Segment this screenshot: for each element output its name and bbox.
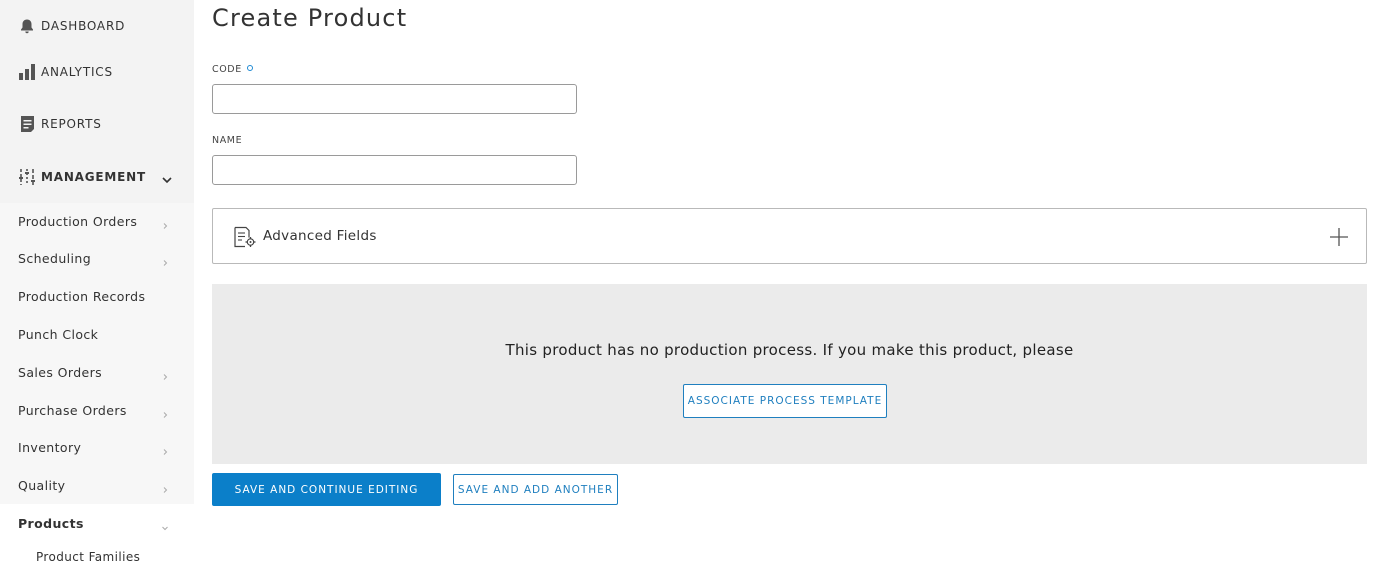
sidebar-item-label: Production Records bbox=[18, 288, 146, 304]
sidebar-item-products[interactable]: Products bbox=[0, 504, 194, 542]
name-input[interactable] bbox=[212, 155, 577, 185]
sliders-icon bbox=[18, 168, 36, 186]
code-label-text: CODE bbox=[212, 64, 242, 75]
sidebar-item-label: Scheduling bbox=[18, 250, 92, 266]
chevron-down-icon bbox=[161, 171, 173, 184]
name-label: NAME bbox=[212, 135, 243, 146]
code-label: CODE bbox=[212, 64, 253, 75]
sidebar: DASHBOARD ANALYTICS REPORTS MANAGEMENT P… bbox=[0, 0, 194, 562]
sidebar-item-label: DASHBOARD bbox=[41, 19, 126, 33]
sidebar-item-production-records[interactable]: Production Records bbox=[0, 277, 194, 315]
sidebar-item-production-orders[interactable]: Production Orders bbox=[0, 202, 194, 240]
sidebar-item-label: Purchase Orders bbox=[18, 402, 127, 418]
chevron-right-icon bbox=[160, 216, 170, 229]
sidebar-item-management[interactable]: MANAGEMENT bbox=[0, 151, 194, 203]
sidebar-item-quality[interactable]: Quality bbox=[0, 466, 194, 504]
associate-process-template-button[interactable]: ASSOCIATE PROCESS TEMPLATE bbox=[683, 384, 887, 418]
chevron-right-icon bbox=[160, 480, 170, 493]
sidebar-item-label: Product Families bbox=[36, 550, 141, 562]
bar-chart-icon bbox=[18, 63, 36, 81]
sidebar-item-sales-orders[interactable]: Sales Orders bbox=[0, 353, 194, 391]
chevron-right-icon bbox=[160, 405, 170, 418]
document-gear-icon bbox=[233, 226, 257, 248]
sidebar-item-analytics[interactable]: ANALYTICS bbox=[0, 46, 194, 98]
sidebar-item-label: Production Orders bbox=[18, 213, 138, 229]
sidebar-item-reports[interactable]: REPORTS bbox=[0, 98, 194, 150]
chevron-right-icon bbox=[160, 253, 170, 266]
sidebar-item-punch-clock[interactable]: Punch Clock bbox=[0, 315, 194, 353]
sidebar-item-label: Sales Orders bbox=[18, 364, 103, 380]
sidebar-item-label: Inventory bbox=[18, 439, 82, 455]
page-title: Create Product bbox=[212, 4, 408, 32]
required-indicator bbox=[246, 65, 253, 71]
plus-icon[interactable] bbox=[1328, 226, 1350, 248]
sidebar-item-scheduling[interactable]: Scheduling bbox=[0, 239, 194, 277]
sidebar-item-label: Punch Clock bbox=[18, 326, 99, 342]
sidebar-item-label: ANALYTICS bbox=[41, 65, 113, 79]
sidebar-item-label: Quality bbox=[18, 477, 66, 493]
sidebar-item-label: REPORTS bbox=[41, 117, 102, 131]
production-process-panel: This product has no production process. … bbox=[212, 284, 1367, 464]
sidebar-item-label: Products bbox=[18, 515, 84, 531]
document-icon bbox=[18, 115, 36, 133]
bell-icon bbox=[18, 17, 36, 35]
advanced-fields-label: Advanced Fields bbox=[263, 228, 377, 244]
save-and-continue-button[interactable]: SAVE AND CONTINUE EDITING bbox=[212, 473, 441, 506]
chevron-right-icon bbox=[160, 442, 170, 455]
sidebar-item-label: MANAGEMENT bbox=[41, 170, 146, 184]
sidebar-item-purchase-orders[interactable]: Purchase Orders bbox=[0, 391, 194, 429]
chevron-down-icon bbox=[160, 518, 170, 531]
advanced-fields-panel[interactable]: Advanced Fields bbox=[212, 208, 1367, 264]
sidebar-item-inventory[interactable]: Inventory bbox=[0, 428, 194, 466]
save-and-add-another-button[interactable]: SAVE AND ADD ANOTHER bbox=[453, 474, 618, 505]
sidebar-item-dashboard[interactable]: DASHBOARD bbox=[0, 0, 194, 52]
chevron-right-icon bbox=[160, 367, 170, 380]
code-input[interactable] bbox=[212, 84, 577, 114]
no-process-message: This product has no production process. … bbox=[505, 341, 1074, 359]
sidebar-item-product-families[interactable]: Product Families bbox=[0, 545, 194, 562]
